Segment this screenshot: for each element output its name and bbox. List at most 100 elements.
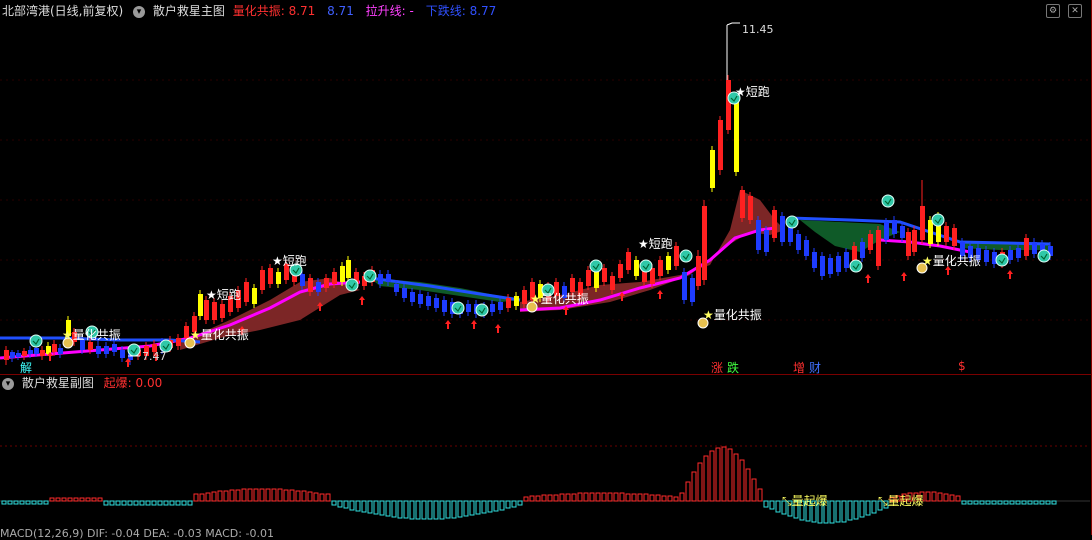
high-price-label: 11.45 [742,23,774,36]
sub-bar [685,481,691,502]
sub-bar [97,497,103,502]
sub-indicator-menu-icon[interactable]: ▾ [2,377,14,390]
sub-bar [553,494,559,502]
sub-bar [1051,500,1057,505]
sub-bar [31,500,37,505]
candle-body [836,256,841,272]
candle-body [804,240,809,256]
sub-bar [997,500,1003,505]
candle-body [498,302,503,310]
sub-bar [409,500,415,520]
candle-body [626,252,631,270]
sub-bar [967,500,973,505]
up-arrow-icon [471,320,477,329]
teal-signal-icon [639,259,653,273]
sub-bar [595,492,601,502]
up-arrow-icon [901,272,907,281]
candle-body [52,344,57,352]
candle-body [666,256,671,270]
sub-bar [1003,500,1009,505]
candle-body [602,268,607,282]
candle-body [4,350,9,360]
candle-body [594,272,599,288]
teal-signal-icon [29,334,43,348]
sub-bar [709,450,715,502]
sub-indicator-chart[interactable] [0,392,1090,532]
resonance-annotation-5: ★量化共振 [922,254,981,268]
sub-bar [19,500,25,505]
sub-bar [337,500,343,508]
candle-body [682,272,687,300]
sub-bar [139,500,145,506]
sub-bar [1009,500,1015,505]
candle-body [702,206,707,280]
sub-bar [949,494,955,502]
sub-bar [259,488,265,502]
burst-label: 起爆: [103,376,132,390]
resonance-annotation-4: ★量化共振 [703,308,762,322]
sub-bar [265,488,271,502]
gear-icon[interactable]: ⚙ [1046,4,1060,18]
sub-bar [103,500,109,506]
candle-body [984,250,989,262]
sub-bar [127,500,133,506]
candle-body [718,120,723,170]
sub-bar [349,500,355,511]
sub-bar [931,491,937,502]
sub-bar [67,497,73,502]
sub-bar [415,500,421,520]
sub-indicator-name[interactable]: 散户救星副图 [22,376,94,390]
candle-body [466,304,471,312]
sub-bar [463,500,469,517]
teal-signal-icon [363,269,377,283]
sub-bar [355,500,361,512]
sub-bar [571,493,577,502]
candle-body [928,220,933,244]
candle-body [96,346,101,354]
sub-bar [673,496,679,502]
sub-bar [715,447,721,502]
sub-bar [979,500,985,505]
candle-body [1016,248,1021,258]
indicator-menu-icon[interactable]: ▾ [133,5,146,18]
candle-body [1008,250,1013,260]
candle-body [820,256,825,276]
candle-body [490,304,495,312]
burst-annotation-1: ⤡量起爆 [782,494,828,508]
sub-bar [271,488,277,502]
sub-bar [343,500,349,509]
sub-bar [433,500,439,520]
sub-bar [313,492,319,502]
sub-bar [649,494,655,502]
up-arrow-icon [359,296,365,305]
sub-bar [835,500,841,523]
candle-body [1032,242,1037,254]
sub-bar [253,488,259,502]
candle-body [184,326,189,338]
candle-body [726,80,731,130]
sub-bar [175,500,181,506]
sub-bar [379,500,385,516]
up-arrow-icon [495,324,501,333]
sub-bar [487,500,493,513]
sub-bar [7,500,13,505]
candle-body [674,246,679,266]
sub-bar [829,500,835,524]
main-candlestick-chart[interactable]: 11.45 7.47 [0,20,1090,372]
sub-bar [517,500,523,506]
high-marker-tick [726,22,740,26]
candle-body [204,300,209,320]
main-indicator-name[interactable]: 散户救星主图 [153,4,225,18]
close-icon[interactable]: ✕ [1068,4,1082,18]
candle-body [16,353,21,357]
sub-bar [589,492,595,502]
candle-body [276,272,281,284]
candle-body [710,150,715,188]
stock-label: 北部湾港(日线,前复权) [2,4,124,18]
sub-bar [145,500,151,506]
sub-bar [277,488,283,502]
short-run-annotation-1: ★短跑 [206,288,241,302]
resonance-annotation-1: ★量化共振 [62,328,121,342]
candle-body [796,234,801,250]
sub-bar [505,500,511,509]
